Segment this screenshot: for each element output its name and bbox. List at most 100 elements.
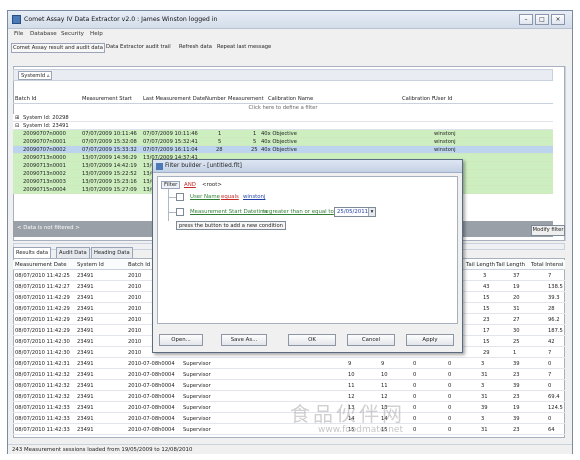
col-system-id[interactable]: System Id [77, 262, 104, 268]
refresh-button[interactable]: Refresh data [178, 43, 213, 53]
group-chip-systemid[interactable]: SystemId ▵ [18, 71, 53, 80]
condition2-operator[interactable]: is greater than or equal to [263, 209, 334, 215]
col-user-id[interactable]: User Id [434, 96, 452, 102]
table-row[interactable]: 08/07/2010 11:42:32 23491 2010-07-08h0004 S… [13, 392, 565, 402]
table-cell: 43 [483, 284, 490, 290]
condition1-operator[interactable]: equals [221, 194, 239, 200]
table-row[interactable]: 20090707n0000 07/07/2009 10:11:46 07/07/20… [13, 130, 553, 138]
table-cell: 0 [448, 361, 452, 367]
condition-checkbox[interactable] [176, 208, 184, 216]
table-cell: 23491 [77, 284, 94, 290]
ok-button[interactable]: OK [288, 334, 336, 346]
table-cell: 15 [483, 339, 490, 345]
group-row[interactable]: ⊟ System Id: 23491 [13, 122, 553, 130]
tab-heading-data[interactable]: Heading Data [91, 247, 133, 258]
table-cell: 28 [548, 306, 555, 312]
table-cell: 7 [548, 273, 552, 279]
table-cell: 23491 [77, 427, 94, 433]
tab-results-data[interactable]: Results data [13, 247, 52, 258]
col-number[interactable]: Number [205, 96, 226, 102]
menu-security[interactable]: Security [61, 31, 84, 37]
table-cell: Supervisor [183, 427, 211, 433]
menu-file[interactable]: File [14, 31, 23, 37]
table-cell: 23491 [77, 350, 94, 356]
condition1-field[interactable]: User Name [190, 194, 220, 200]
condition2-date-input[interactable]: 25/05/2011 ▾ [334, 207, 376, 217]
table-row-selected[interactable]: 20090707n0002 07/07/2009 15:33:32 07/07/20… [13, 146, 553, 154]
maximize-button[interactable]: □ [535, 14, 549, 25]
table-cell: 0 [448, 427, 452, 433]
table-cell: Supervisor [183, 361, 211, 367]
condition2-field[interactable]: Measurement Start Datetime [190, 209, 269, 215]
col-batch-id[interactable]: Batch Id [128, 262, 150, 268]
open-button[interactable]: Open... [159, 334, 203, 346]
table-cell: Supervisor [183, 394, 211, 400]
condition-checkbox[interactable] [176, 193, 184, 201]
table-cell: 2010 [128, 306, 142, 312]
table-row[interactable]: 08/07/2010 11:42:31 23491 2010-07-08h0004 S… [13, 359, 565, 369]
table-cell: 2010 [128, 328, 142, 334]
table-cell: 2010-07-08h0004 [128, 361, 175, 367]
extractor-audit-button[interactable]: Data Extractor audit trail [105, 43, 172, 53]
col-calibration-name[interactable]: Calibration Name [268, 96, 313, 102]
table-cell: 0 [448, 383, 452, 389]
add-condition-button[interactable]: press the button to add a new condition [176, 221, 286, 230]
app-icon [12, 15, 21, 24]
tab-audit-data[interactable]: Audit Data [56, 247, 90, 258]
table-cell: 23 [513, 372, 520, 378]
table-cell: 2010 [128, 284, 142, 290]
table-row[interactable]: 20090707n0001 07/07/2009 15:32:08 07/07/20… [13, 138, 553, 146]
table-cell: 08/07/2010 11:42:32 [15, 394, 70, 400]
group-by-strip: SystemId ▵ [13, 69, 553, 81]
minimize-button[interactable]: – [519, 14, 533, 25]
condition1-value[interactable]: winstonj [243, 194, 265, 200]
and-operator[interactable]: AND [184, 182, 196, 188]
dropdown-arrow-icon[interactable]: ▾ [368, 208, 375, 216]
table-cell: 23491 [77, 394, 94, 400]
close-button[interactable]: × [551, 14, 565, 25]
table-row[interactable]: 08/07/2010 11:42:32 23491 2010-07-08h0004 S… [13, 370, 565, 380]
repeat-message-button[interactable]: Repeat last message [216, 43, 272, 53]
dialog-title: Filter builder - [untitled.flt] [165, 163, 242, 169]
table-cell: 0 [413, 361, 417, 367]
table-row[interactable]: 08/07/2010 11:42:32 23491 2010-07-08h0004 S… [13, 381, 565, 391]
modify-filter-button[interactable]: Modify filter [531, 225, 565, 236]
menu-database[interactable]: Database [30, 31, 57, 37]
table-cell: 23 [513, 427, 520, 433]
title-bar[interactable]: Comet Assay IV Data Extractor v2.0 : Jam… [8, 11, 572, 29]
table-cell: 2010-07-08h0004 [128, 372, 175, 378]
table-cell: 2010 [128, 317, 142, 323]
table-cell: 31 [481, 372, 488, 378]
dialog-title-bar[interactable]: Filter builder - [untitled.flt] [153, 160, 462, 173]
col-calibration-f[interactable]: Calibration F [402, 96, 435, 102]
table-cell: 3 [483, 273, 487, 279]
table-cell: 42 [548, 339, 555, 345]
comet-assay-data-button[interactable]: Comet Assay result and audit data [11, 43, 105, 53]
menu-help[interactable]: Help [90, 31, 103, 37]
col-batch-id[interactable]: Batch Id [15, 96, 36, 102]
table-row[interactable]: 08/07/2010 11:42:33 23491 2010-07-08h0004 S… [13, 403, 565, 413]
col-measurement-start[interactable]: Measurement Start [82, 96, 132, 102]
col-last-measurement[interactable]: Last Measurement Date [143, 96, 205, 102]
table-row[interactable]: 08/07/2010 11:42:33 23491 2010-07-08h0004 S… [13, 414, 565, 424]
col-tail-length-b[interactable]: Tail Length [496, 262, 525, 268]
col-tail-length-a[interactable]: Tail Length [466, 262, 495, 268]
col-total-intensity[interactable]: Total Intensi [531, 262, 563, 268]
table-cell: 2010-07-08h0004 [128, 405, 175, 411]
table-row[interactable]: 08/07/2010 11:42:33 23491 2010-07-08h0004 S… [13, 425, 565, 435]
save-as-button[interactable]: Save As... [221, 334, 267, 346]
table-cell: 2010 [128, 273, 142, 279]
table-cell: 08/07/2010 11:42:31 [15, 361, 70, 367]
table-cell: 0 [413, 427, 417, 433]
apply-button[interactable]: Apply [406, 334, 454, 346]
table-cell: 9 [348, 361, 352, 367]
col-measurement[interactable]: Measurement [228, 96, 264, 102]
col-measurement-date[interactable]: Measurement Date [15, 262, 67, 268]
filter-hint-row[interactable]: Click here to define a filter [13, 105, 553, 114]
top-grid-vscrollbar[interactable] [565, 66, 572, 241]
tree-connector [168, 197, 176, 198]
cancel-button[interactable]: Cancel [347, 334, 395, 346]
group-row[interactable]: ⊞ System Id: 20298 [13, 114, 553, 122]
table-cell: 10 [381, 372, 388, 378]
filter-label[interactable]: Filter [161, 181, 181, 189]
